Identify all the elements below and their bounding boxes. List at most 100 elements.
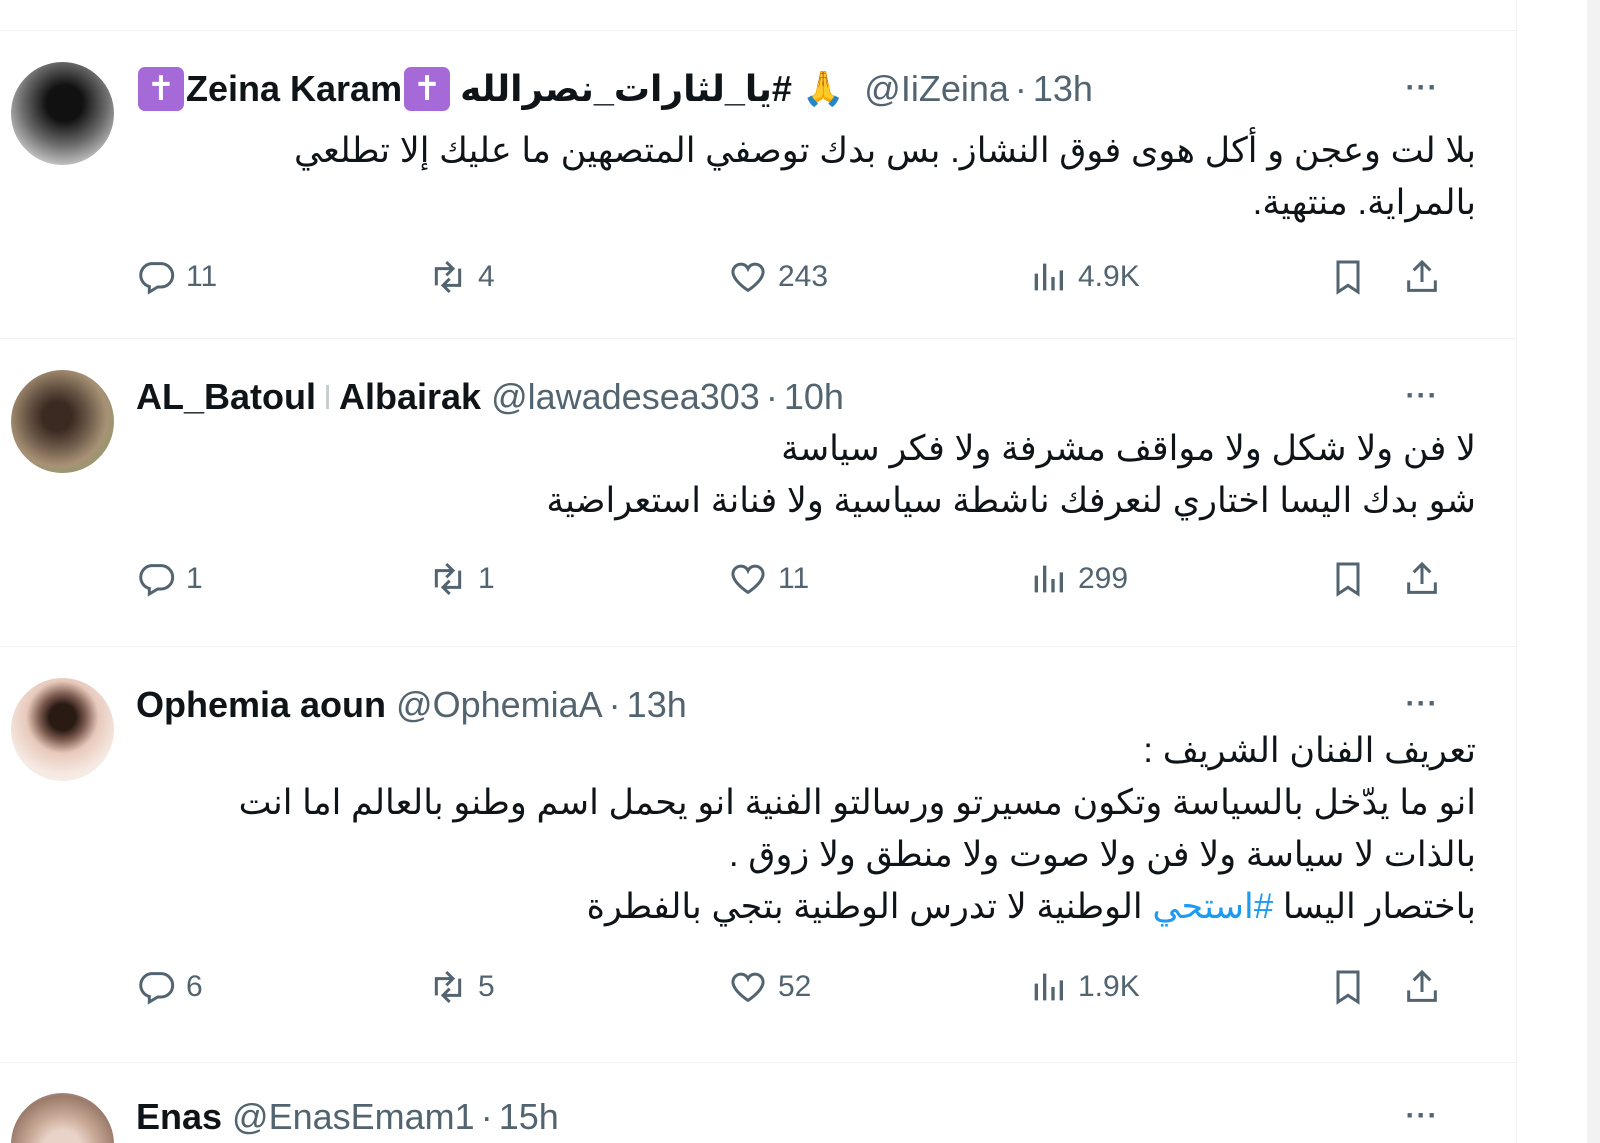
retweet-icon — [434, 562, 462, 596]
timeline: ✝ Zeina Karam ✝ #يا_لثارات_نصرالله 🙏 @Ii… — [0, 0, 1517, 1143]
bookmark-icon — [1336, 562, 1360, 597]
tweet-text-segment: باختصار اليسا — [1273, 887, 1476, 926]
share-icon — [1407, 561, 1437, 594]
display-name[interactable]: Ophemia aoun — [136, 684, 386, 726]
name-separator — [326, 385, 329, 409]
views-count: 299 — [1078, 562, 1129, 595]
heart-icon — [731, 262, 765, 293]
reply-icon — [139, 972, 175, 1005]
handle[interactable]: @EnasEmam1 — [232, 1096, 475, 1138]
separator-dot: · — [608, 684, 621, 725]
latin-cross-icon: ✝ — [138, 67, 184, 111]
retweet-count: 1 — [478, 562, 495, 595]
retweet-button[interactable]: 5 — [428, 965, 495, 1009]
reply-count: 1 — [186, 562, 203, 595]
display-name[interactable]: AL_Batoul — [136, 376, 316, 418]
heart-icon — [731, 972, 765, 1003]
separator-dot: · — [1014, 68, 1027, 109]
separator-dot: · — [480, 1096, 493, 1137]
bookmark-button[interactable] — [1328, 557, 1368, 601]
bookmark-icon — [1336, 970, 1360, 1005]
tweet-text-line: بالمراية. منتهية. — [1252, 183, 1476, 222]
bookmark-button[interactable] — [1328, 965, 1368, 1009]
retweet-count: 4 — [478, 260, 495, 293]
display-name-part[interactable]: Albairak — [339, 376, 481, 418]
retweet-count: 5 — [478, 970, 495, 1003]
tweet-header: ✝ Zeina Karam ✝ #يا_لثارات_نصرالله 🙏 @Ii… — [136, 67, 1093, 111]
reply-button[interactable]: 1 — [136, 557, 203, 601]
tweet-header: AL_Batoul Albairak @lawadesea303 · 10h — [136, 375, 844, 419]
like-button[interactable]: 243 — [728, 255, 828, 299]
reply-icon — [139, 564, 175, 597]
more-options-button[interactable]: ··· — [1401, 379, 1443, 415]
tweet-text-line: تعريف الفنان الشريف : — [1143, 731, 1476, 770]
tweet-text-line: شو بدك اليسا اختاري لنعرفك ناشطة سياسية … — [546, 481, 1476, 520]
folded-hands-emoji: 🙏 — [801, 70, 845, 108]
tweet-actions: 11 4 243 4.9K — [136, 255, 1476, 299]
avatar[interactable] — [11, 370, 114, 473]
separator-dot: · — [765, 376, 778, 417]
reply-icon — [139, 262, 175, 295]
like-button[interactable]: 11 — [728, 557, 809, 601]
like-button[interactable]: 52 — [728, 965, 811, 1009]
avatar[interactable] — [11, 1093, 114, 1143]
tweet[interactable]: AL_Batoul Albairak @lawadesea303 · 10h ·… — [0, 339, 1516, 647]
tweet-actions: 1 1 11 299 — [136, 557, 1476, 601]
retweet-button[interactable]: 4 — [428, 255, 495, 299]
hashtag-link[interactable]: #استحي — [1152, 887, 1273, 926]
bookmark-button[interactable] — [1328, 255, 1368, 299]
more-options-button[interactable]: ··· — [1401, 71, 1443, 107]
timestamp[interactable]: 10h — [784, 376, 844, 418]
more-options-button[interactable]: ··· — [1401, 1099, 1443, 1135]
tweet[interactable]: Enas @EnasEmam1 · 15h ··· — [0, 1063, 1516, 1143]
avatar[interactable] — [11, 678, 114, 781]
tweet-text-segment: الوطنية لا تدرس الوطنية بتجي بالفطرة — [586, 887, 1153, 926]
name-hashtag: #يا_لثارات_نصرالله — [460, 68, 792, 109]
analytics-icon — [1034, 565, 1063, 593]
tweet-text-line: بلا لت وعجن و أكل هوى فوق النشاز. بس بدك… — [293, 131, 1476, 170]
retweet-icon — [434, 970, 462, 1004]
like-count: 52 — [778, 970, 812, 1003]
reply-button[interactable]: 11 — [136, 255, 217, 299]
timestamp[interactable]: 13h — [1033, 68, 1093, 110]
share-button[interactable] — [1402, 255, 1442, 299]
tweet-text: لا فن ولا شكل ولا مواقف مشرفة ولا فكر سي… — [136, 423, 1476, 527]
like-count: 243 — [778, 260, 829, 293]
reply-button[interactable]: 6 — [136, 965, 203, 1009]
analytics-icon — [1034, 263, 1063, 291]
like-count: 11 — [778, 562, 810, 595]
scrollbar-track[interactable] — [1587, 0, 1600, 1143]
views-count: 4.9K — [1078, 260, 1140, 293]
avatar[interactable] — [11, 62, 114, 165]
handle[interactable]: @IiZeina — [864, 68, 1009, 110]
heart-icon — [731, 564, 765, 595]
tweet-text: بلا لت وعجن و أكل هوى فوق النشاز. بس بدك… — [136, 125, 1476, 229]
latin-cross-icon: ✝ — [404, 67, 451, 111]
tweet-text-line: باختصار اليسا #استحي الوطنية لا تدرس الو… — [136, 881, 1476, 933]
analytics-icon — [1034, 973, 1063, 1001]
views-button[interactable]: 299 — [1028, 557, 1128, 601]
views-button[interactable]: 1.9K — [1028, 965, 1140, 1009]
views-count: 1.9K — [1078, 970, 1140, 1003]
timestamp[interactable]: 13h — [627, 684, 687, 726]
views-button[interactable]: 4.9K — [1028, 255, 1140, 299]
share-icon — [1407, 969, 1437, 1002]
tweet-header: Enas @EnasEmam1 · 15h — [136, 1095, 559, 1139]
share-icon — [1407, 259, 1437, 292]
share-button[interactable] — [1402, 965, 1442, 1009]
share-button[interactable] — [1402, 557, 1442, 601]
tweet[interactable]: ✝ Zeina Karam ✝ #يا_لثارات_نصرالله 🙏 @Ii… — [0, 31, 1516, 339]
tweet[interactable]: Ophemia aoun @OphemiaA · 13h ··· تعريف ا… — [0, 647, 1516, 1063]
handle[interactable]: @lawadesea303 — [491, 376, 760, 418]
timestamp[interactable]: 15h — [499, 1096, 559, 1138]
handle[interactable]: @OphemiaA — [396, 684, 603, 726]
retweet-button[interactable]: 1 — [428, 557, 495, 601]
reply-count: 11 — [186, 260, 218, 293]
display-name[interactable]: Zeina Karam — [186, 68, 402, 110]
retweet-icon — [434, 260, 462, 294]
tweet-text-line: انو ما يدّخل بالسياسة وتكون مسيرتو ورسال… — [238, 783, 1476, 822]
display-name[interactable]: Enas — [136, 1096, 222, 1138]
tweet-text: تعريف الفنان الشريف : انو ما يدّخل بالسي… — [136, 725, 1476, 933]
reply-count: 6 — [186, 970, 203, 1003]
more-options-button[interactable]: ··· — [1401, 687, 1443, 723]
